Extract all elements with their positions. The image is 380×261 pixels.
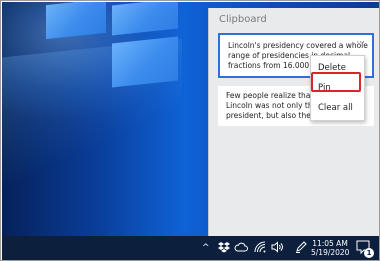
cloud-icon[interactable] [234, 241, 248, 258]
menu-item-delete[interactable]: Delete [311, 59, 364, 77]
windows-logo-pane [112, 36, 178, 88]
windows-logo-pane [46, 2, 106, 40]
clock-date: 5/19/2020 [311, 248, 350, 257]
clipboard-history-panel: Clipboard Lincoln's presidency covered a… [208, 8, 379, 236]
clipboard-item-text: Lincoln's presidency covered a whole [228, 41, 368, 50]
notification-count-badge: 1 [364, 248, 374, 258]
speaker-icon[interactable] [271, 241, 284, 258]
chevron-up-icon[interactable]: ^ [202, 241, 210, 255]
clock-time: 11:05 AM [312, 239, 348, 248]
wifi-icon[interactable] [254, 241, 266, 258]
clipboard-context-menu: Delete Pin Clear all [310, 55, 365, 121]
more-options-button[interactable]: ··· [356, 38, 365, 48]
menu-item-clear-all[interactable]: Clear all [311, 99, 364, 117]
clipboard-title: Clipboard [219, 14, 267, 25]
dropbox-icon[interactable] [218, 241, 230, 258]
taskbar-clock[interactable]: 11:05 AM 5/19/2020 [311, 239, 349, 257]
screenshot-frame: Clipboard Lincoln's presidency covered a… [0, 0, 380, 261]
pen-icon[interactable] [295, 241, 307, 258]
taskbar: ^ 11:05 AM 5/19/2020 1 [2, 236, 379, 260]
menu-item-pin[interactable]: Pin [311, 79, 364, 97]
